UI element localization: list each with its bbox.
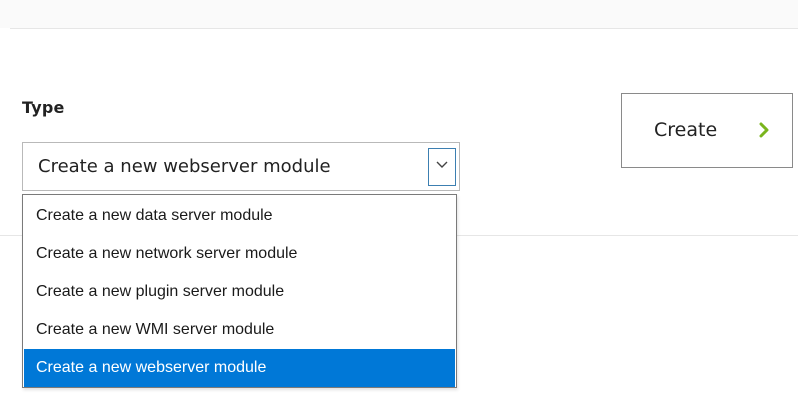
option-plugin-server-module[interactable]: Create a new plugin server module <box>24 273 455 311</box>
top-divider <box>10 28 798 29</box>
select-current-value: Create a new webserver module <box>38 156 331 177</box>
chevron-right-icon <box>759 122 769 138</box>
chevron-down-icon <box>436 161 448 168</box>
option-webserver-module[interactable]: Create a new webserver module <box>24 349 455 387</box>
option-network-server-module[interactable]: Create a new network server module <box>24 235 455 273</box>
create-button-label: Create <box>654 119 718 141</box>
option-data-server-module[interactable]: Create a new data server module <box>24 197 455 235</box>
type-dropdown-list: Create a new data server module Create a… <box>22 194 457 388</box>
create-button[interactable]: Create <box>621 93 793 168</box>
type-select[interactable]: Create a new webserver module <box>22 142 460 191</box>
select-arrow-button[interactable] <box>428 148 456 186</box>
top-band <box>0 0 798 28</box>
type-label: Type <box>22 98 65 117</box>
option-wmi-server-module[interactable]: Create a new WMI server module <box>24 311 455 349</box>
